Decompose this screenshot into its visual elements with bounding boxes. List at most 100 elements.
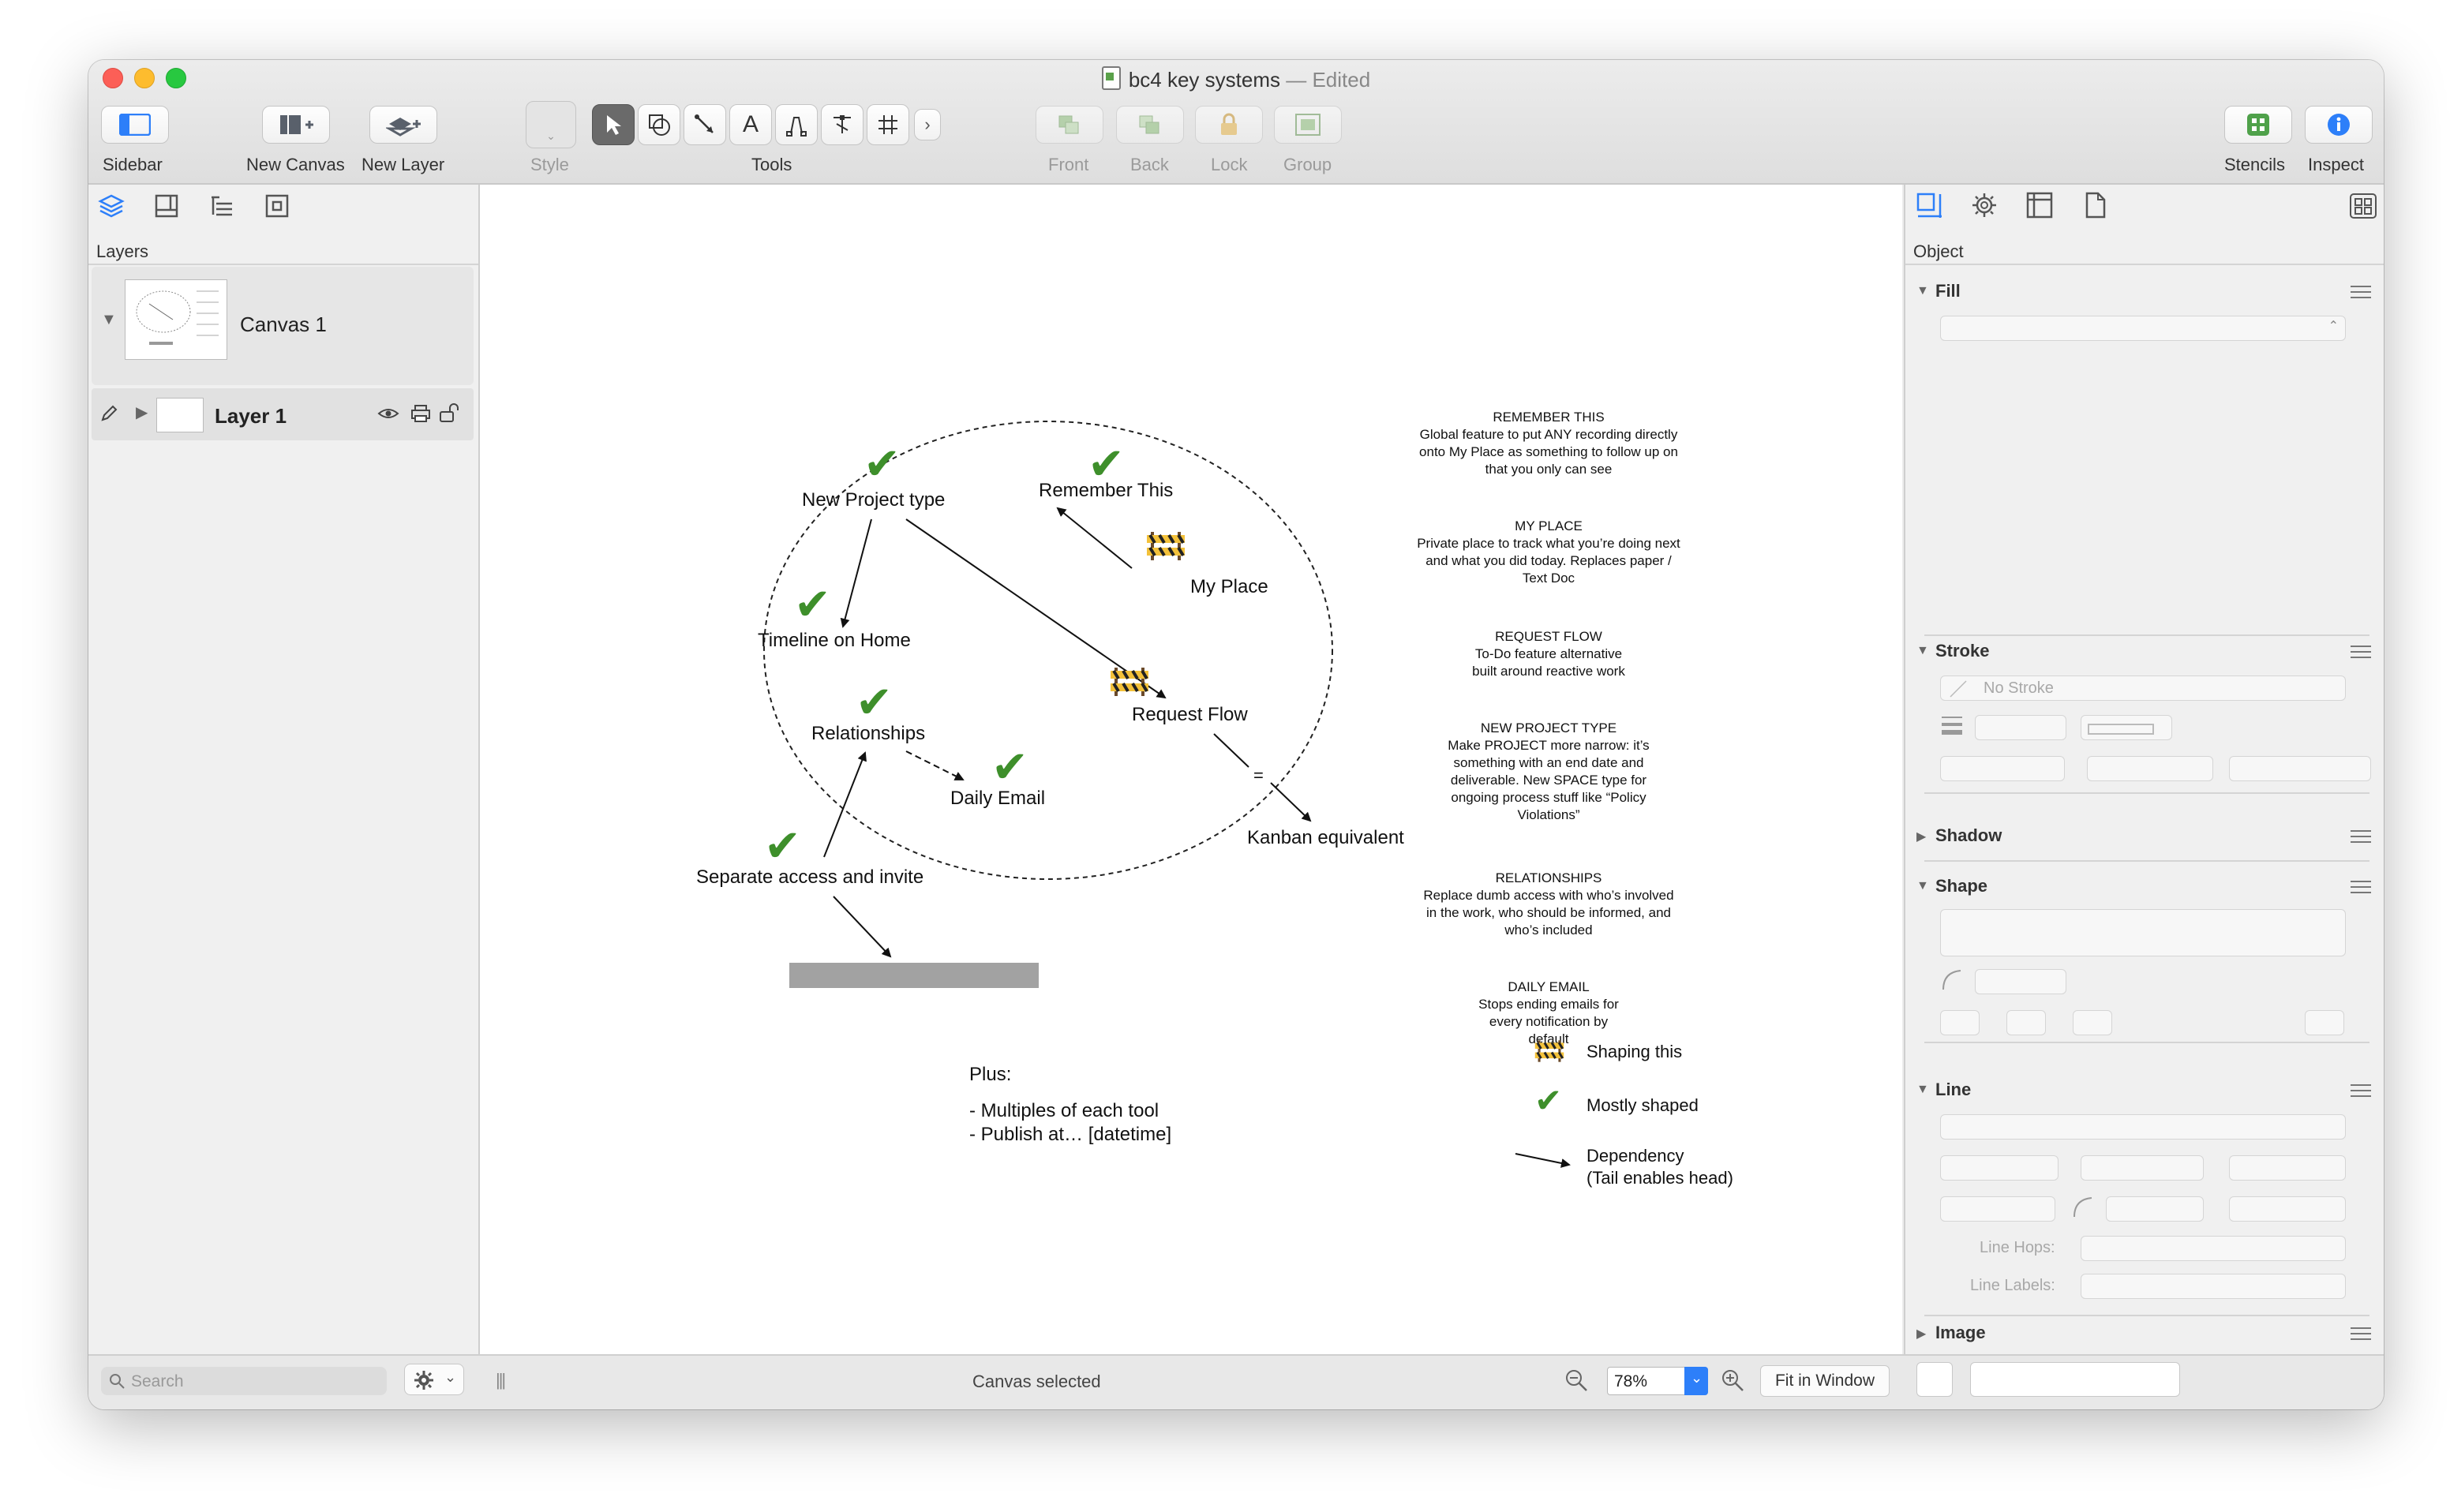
fill-type-select[interactable]: ⌃: [1940, 316, 2346, 341]
line-section-title[interactable]: Line: [1935, 1080, 1971, 1100]
image-menu-icon[interactable]: [2351, 1327, 2371, 1340]
point-editor-tool[interactable]: [821, 104, 863, 145]
canvas-row[interactable]: ▼ Canvas 1: [92, 267, 474, 385]
line-tail-scale-field[interactable]: [1940, 1196, 2055, 1222]
stroke-corner-select[interactable]: [1940, 756, 2065, 781]
stroke-section-title[interactable]: Stroke: [1935, 641, 1989, 661]
sidebar-button[interactable]: [101, 106, 169, 144]
shadow-disclosure-icon[interactable]: ▶: [1916, 829, 1926, 844]
legend-dependency-label[interactable]: Dependency: [1587, 1146, 1684, 1166]
line-tail-select[interactable]: [1940, 1155, 2059, 1181]
shape-tool[interactable]: [638, 104, 680, 145]
line-head-select[interactable]: [2229, 1155, 2346, 1181]
selection-tool[interactable]: [592, 104, 635, 145]
stencils-button[interactable]: [2224, 106, 2292, 144]
pen-tool[interactable]: [775, 104, 818, 145]
new-layer-button[interactable]: [369, 106, 437, 144]
fill-disclosure-icon[interactable]: ▼: [1916, 284, 1929, 298]
diagram-tool[interactable]: [867, 104, 909, 145]
zoom-dropdown-button[interactable]: ⌄: [1684, 1367, 1708, 1395]
line-hops-select[interactable]: [2081, 1236, 2346, 1261]
more-tools-button[interactable]: ›: [914, 109, 941, 140]
group-button[interactable]: [1274, 106, 1342, 144]
cap-style-segmented[interactable]: [2229, 756, 2371, 781]
fill-menu-icon[interactable]: [2351, 286, 2371, 298]
node-my-place[interactable]: My Place: [1190, 576, 1268, 598]
legend-shaping-label[interactable]: Shaping this: [1587, 1042, 1682, 1062]
line-head-scale-field[interactable]: [2229, 1196, 2346, 1222]
stroke-pattern-select[interactable]: [2081, 715, 2172, 740]
legend-mostly-label[interactable]: Mostly shaped: [1587, 1095, 1699, 1116]
node-remember-this[interactable]: Remember This: [1039, 480, 1173, 502]
new-canvas-button[interactable]: [262, 106, 330, 144]
node-daily-email[interactable]: Daily Email: [950, 788, 1045, 810]
disclosure-triangle-open-icon[interactable]: ▼: [101, 311, 117, 329]
drawing-canvas[interactable]: ✔ ✔ ✔ ✔ ✔ ✔ New Project type Remember Th…: [480, 185, 1902, 1354]
line-tool[interactable]: [684, 104, 726, 145]
shape-picker[interactable]: [1940, 909, 2346, 956]
shape-op-4-button[interactable]: [2305, 1010, 2344, 1035]
gear-icon[interactable]: [1970, 191, 1999, 219]
shape-op-1-button[interactable]: [1940, 1010, 1980, 1035]
unlock-icon[interactable]: [439, 402, 463, 423]
arrow-relationships-to-dailyemail[interactable]: [905, 750, 965, 780]
grid-view-icon[interactable]: [2349, 193, 2377, 219]
inspector-color-well[interactable]: [1916, 1362, 1953, 1397]
line-labels-select[interactable]: [2081, 1274, 2346, 1299]
arrow-separate-to-relationships[interactable]: [823, 751, 867, 858]
plus-line-2[interactable]: - Publish at… [datetime]: [969, 1124, 1171, 1146]
stroke-type-select[interactable]: No Stroke: [1940, 676, 2346, 701]
canvas-inspector-icon[interactable]: [2025, 191, 2054, 219]
stroke-disclosure-icon[interactable]: ▼: [1916, 644, 1929, 658]
text-tool[interactable]: A: [729, 104, 772, 145]
layer-row[interactable]: ▶ Layer 1: [92, 388, 474, 440]
layers-tab-icon[interactable]: [98, 193, 125, 219]
gray-bar[interactable]: [789, 963, 1039, 988]
note-request-flow[interactable]: REQUEST FLOW To-Do feature alternative b…: [1414, 628, 1683, 680]
shadow-section-title[interactable]: Shadow: [1935, 825, 2002, 846]
object-inspector-tab-icon[interactable]: [1915, 191, 1943, 219]
shape-menu-icon[interactable]: [2351, 881, 2371, 893]
note-daily-email[interactable]: DAILY EMAIL Stops ending emails for ever…: [1414, 979, 1683, 1048]
zoom-in-icon[interactable]: [1721, 1368, 1746, 1394]
lock-button[interactable]: [1195, 106, 1263, 144]
printer-icon[interactable]: [410, 404, 431, 423]
line-disclosure-icon[interactable]: ▼: [1916, 1083, 1929, 1097]
plus-heading[interactable]: Plus:: [969, 1064, 1011, 1086]
node-separate-access[interactable]: Separate access and invite: [696, 866, 923, 889]
arrow-npt-to-timeline[interactable]: [840, 518, 872, 628]
node-timeline-on-home[interactable]: Timeline on Home: [758, 630, 911, 652]
inspect-button[interactable]: [2305, 106, 2373, 144]
shadow-menu-icon[interactable]: [2351, 830, 2371, 843]
node-relationships[interactable]: Relationships: [811, 723, 925, 745]
hierarchy-tab-icon[interactable]: [264, 193, 290, 219]
shape-section-title[interactable]: Shape: [1935, 876, 1987, 896]
stroke-width-field[interactable]: [1975, 715, 2066, 740]
node-new-project-type[interactable]: New Project type: [802, 489, 945, 511]
bring-front-button[interactable]: [1036, 106, 1103, 144]
image-disclosure-icon[interactable]: ▶: [1916, 1326, 1926, 1342]
pencil-icon[interactable]: [99, 404, 118, 423]
node-kanban[interactable]: Kanban equivalent: [1247, 827, 1404, 849]
outline-tab-icon[interactable]: [208, 193, 235, 219]
send-back-button[interactable]: [1116, 106, 1184, 144]
search-input[interactable]: Search: [101, 1367, 387, 1395]
line-menu-icon[interactable]: [2351, 1084, 2371, 1097]
corner-style-segmented[interactable]: [2087, 756, 2213, 781]
line-requestflow-to-kanban[interactable]: [1213, 733, 1249, 768]
stroke-menu-icon[interactable]: [2351, 646, 2371, 658]
gear-menu-button[interactable]: ⌄: [404, 1364, 464, 1395]
zoom-out-icon[interactable]: [1564, 1368, 1590, 1394]
arrow-myplace-to-remember[interactable]: [1056, 507, 1133, 569]
plus-line-1[interactable]: - Multiples of each tool: [969, 1100, 1159, 1122]
note-remember-this[interactable]: REMEMBER THIS Global feature to put ANY …: [1414, 409, 1683, 478]
arrow-separate-to-bar[interactable]: [833, 896, 892, 958]
note-relationships[interactable]: RELATIONSHIPS Replace dumb access with w…: [1414, 870, 1683, 939]
fill-section-title[interactable]: Fill: [1935, 281, 1961, 301]
line-type-select[interactable]: [1940, 1114, 2346, 1140]
corner-radius-field[interactable]: [1975, 969, 2066, 994]
line-swap-button[interactable]: [2081, 1155, 2204, 1181]
node-request-flow[interactable]: Request Flow: [1132, 704, 1248, 726]
shape-op-3-button[interactable]: [2073, 1010, 2112, 1035]
note-my-place[interactable]: MY PLACE Private place to track what you…: [1414, 518, 1683, 587]
